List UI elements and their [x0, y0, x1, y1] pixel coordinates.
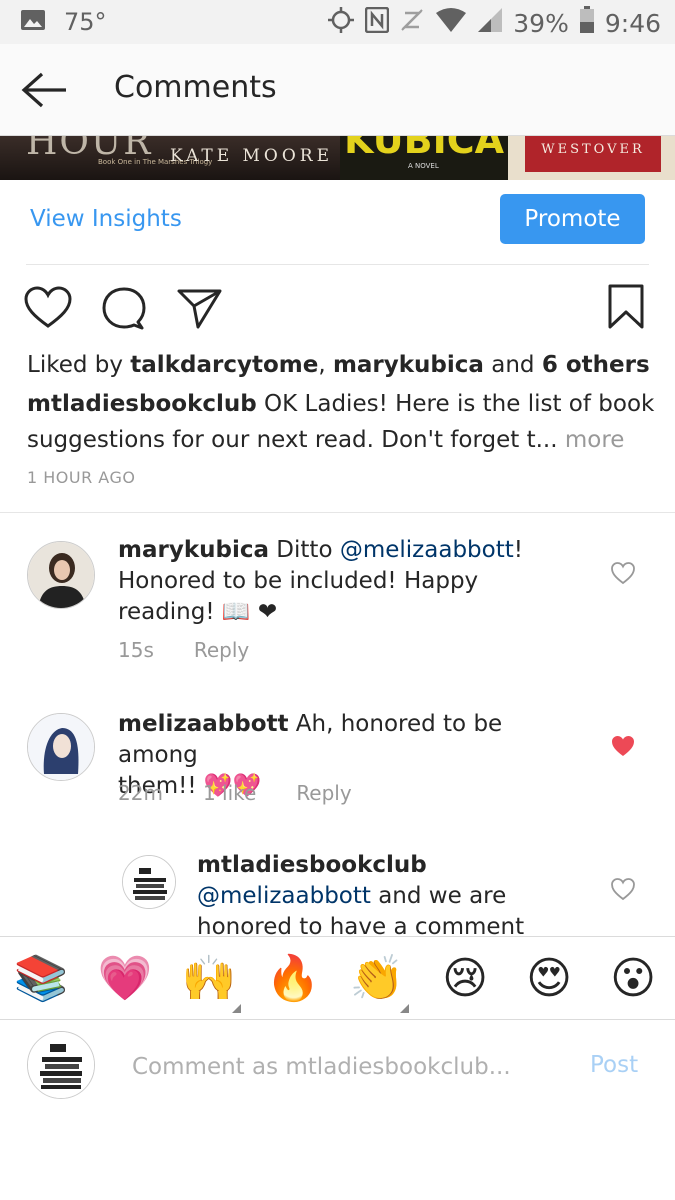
post-timestamp: 1 HOUR AGO [27, 468, 136, 487]
raised-hands-emoji[interactable]: 🙌 [181, 951, 237, 1007]
comment-text: and we are [370, 883, 507, 909]
nfc-icon [365, 6, 390, 39]
comment-username[interactable]: melizaabbott [118, 711, 288, 737]
reply-button[interactable]: Reply [194, 638, 249, 662]
page-title: Comments [114, 70, 277, 105]
likes-summary[interactable]: Liked by talkdarcytome, marykubica and 6… [27, 352, 650, 378]
book3-author: WESTOVER [541, 142, 645, 157]
wifi-icon [435, 7, 467, 39]
comment-text: reading! 📖 ❤ [118, 599, 278, 625]
app-bar: Comments [0, 44, 675, 136]
comment-username[interactable]: marykubica [118, 537, 269, 563]
comment-like-heart-icon[interactable] [610, 561, 636, 585]
comment-meta: 22m 1 like Reply [118, 781, 392, 805]
share-send-icon[interactable] [176, 286, 224, 330]
likes-prefix: Liked by [27, 352, 131, 378]
book-cover-3: WESTOVER [508, 136, 675, 180]
comment-text: Honored to be included! Happy [118, 568, 479, 594]
gallery-icon [20, 8, 46, 36]
battery-percent: 39% [513, 8, 569, 38]
skin-tone-indicator-icon [232, 1004, 241, 1013]
post-button[interactable]: Post [590, 1052, 638, 1078]
status-bar: 75° 39% 9:46 [0, 0, 675, 44]
comment-meta: 15s Reply [118, 638, 289, 662]
book-cover-1: HOUR Book One in The Marshes Trilogy KAT… [0, 136, 340, 180]
comment-text: honored to have a comment [197, 914, 525, 936]
like-heart-icon[interactable] [24, 286, 72, 330]
comment-like-heart-filled-icon[interactable] [610, 734, 636, 758]
caption-username[interactable]: mtladiesbookclub [27, 391, 257, 417]
comment-body: mtladiesbookclub @melizaabbott and we ar… [197, 850, 597, 936]
comment-time: 15s [118, 638, 154, 662]
likes-and: and [483, 352, 542, 378]
heart-eyes-emoji[interactable]: 😍 [521, 951, 577, 1007]
caption-text: suggestions for our next read. Don't for… [27, 427, 558, 453]
clapping-emoji[interactable]: 👏 [349, 951, 405, 1007]
signal-icon [477, 7, 503, 39]
location-icon [327, 6, 355, 40]
heart-emoji[interactable]: 💗 [97, 951, 153, 1007]
comment-body: marykubica Ditto @melizaabbott! Honored … [118, 535, 588, 628]
promote-button[interactable]: Promote [500, 194, 645, 244]
comment-text: Ditto [269, 537, 340, 563]
book1-author: KATE MOORE [170, 146, 334, 166]
reply-button[interactable]: Reply [296, 781, 351, 805]
mention-link[interactable]: @melizaabbott [340, 537, 514, 563]
book2-subtitle: A NOVEL [408, 162, 439, 170]
skin-tone-indicator-icon [400, 1004, 409, 1013]
comment-text: ! [513, 537, 523, 563]
post-image[interactable]: HOUR Book One in The Marshes Trilogy KAT… [0, 136, 675, 180]
liker-username[interactable]: marykubica [333, 352, 484, 378]
books-emoji[interactable]: 📚 [13, 951, 69, 1007]
book-cover-2: KUBICA A NOVEL [340, 136, 508, 180]
composer-avatar [27, 1031, 95, 1099]
temperature-text: 75° [64, 8, 107, 36]
comment-input[interactable] [132, 1050, 552, 1084]
book2-title: KUBICA [344, 136, 505, 162]
likes-separator: , [318, 352, 333, 378]
comment-reply-clip: mtladiesbookclub @melizaabbott and we ar… [0, 840, 675, 936]
fire-emoji[interactable]: 🔥 [265, 951, 321, 1007]
comment-bubble-icon[interactable] [100, 286, 148, 330]
comment-time: 22m [118, 781, 163, 805]
avatar[interactable] [27, 713, 95, 781]
likes-others-count[interactable]: 6 others [542, 352, 650, 378]
surprised-emoji[interactable]: 😮 [605, 951, 661, 1007]
comment-like-heart-icon[interactable] [610, 877, 636, 901]
caption-text: OK Ladies! Here is the list of book [256, 391, 655, 417]
divider [26, 264, 649, 265]
liker-username[interactable]: talkdarcytome [130, 352, 318, 378]
caption-more-link[interactable]: more [558, 427, 625, 453]
mention-link[interactable]: @melizaabbott [197, 883, 371, 909]
post-caption: mtladiesbookclub OK Ladies! Here is the … [27, 391, 654, 417]
divider [0, 512, 675, 513]
comment-username[interactable]: mtladiesbookclub [197, 850, 597, 881]
comment-likes-count[interactable]: 1 like [203, 781, 256, 805]
vibrate-off-icon [399, 7, 425, 39]
view-insights-link[interactable]: View Insights [30, 206, 182, 232]
post-caption-line2: suggestions for our next read. Don't for… [27, 427, 624, 453]
avatar[interactable] [27, 541, 95, 609]
back-arrow-icon[interactable] [20, 70, 70, 110]
battery-icon [579, 6, 595, 40]
bookmark-icon[interactable] [604, 284, 648, 330]
clock-text: 9:46 [604, 8, 661, 38]
emoji-quick-bar: 📚 💗 🙌 🔥 👏 😢 😍 😮 [0, 936, 675, 1020]
crying-emoji[interactable]: 😢 [437, 951, 493, 1007]
